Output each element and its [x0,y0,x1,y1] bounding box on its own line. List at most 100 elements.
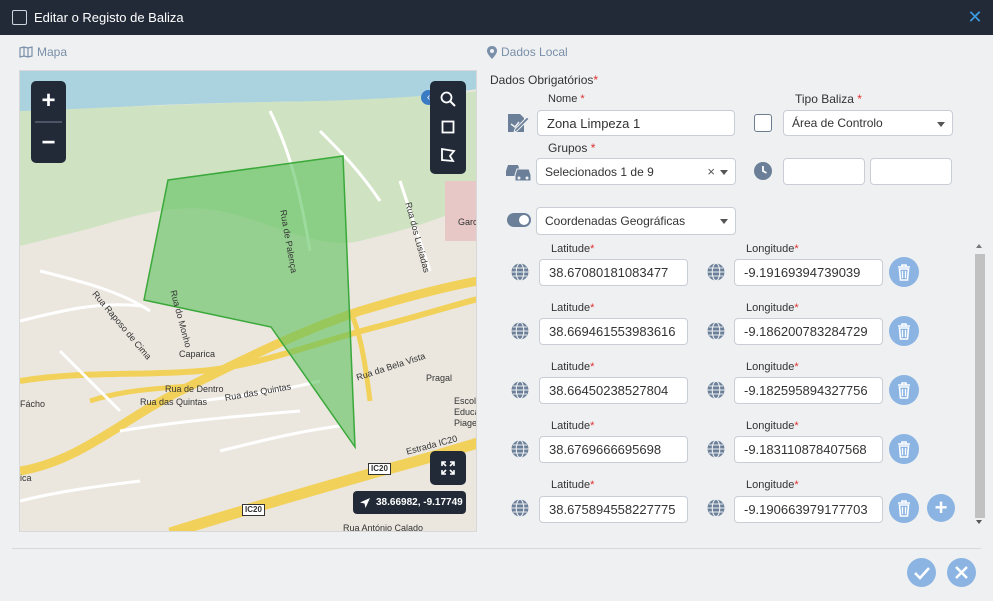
map-section-title: Mapa [37,45,68,59]
map-section-heading: Mapa [19,45,67,59]
coordinates-text: 38.66982, -9.17749 [376,497,463,508]
latitude-label: Latitude* [551,479,594,491]
longitude-input[interactable]: -9.182595894327756 [734,377,883,404]
map-label-escola: Escola [454,396,477,406]
window-checkbox[interactable] [12,10,27,25]
draw-square-icon[interactable] [430,113,466,141]
latitude-star: * [590,420,595,432]
latitude-label-text: Latitude [551,479,591,491]
road-sign-ic20-1: IC20 [368,463,391,475]
draw-polygon-icon[interactable] [430,141,466,169]
footer-divider [12,548,981,549]
close-icon [955,566,968,579]
title-bar: Editar o Registo de Baliza ✕ [0,0,993,35]
map-label-piaget: Piaget [454,418,477,428]
latitude-input[interactable]: 38.6769666695698 [539,436,688,463]
nome-input[interactable]: Zona Limpeza 1 [537,110,735,136]
globe-icon [510,380,530,400]
zoom-controls: + − [31,81,66,163]
map-canvas[interactable]: Rua de Palença Rua dos Lusíadas Rua Rapo… [19,70,477,532]
coordinate-type-select[interactable]: Coordenadas Geográficas [536,207,736,235]
scrollbar-thumb[interactable] [975,254,985,518]
latitude-label-text: Latitude [551,243,591,255]
map-icon [19,46,33,58]
delete-point-button[interactable] [889,493,919,523]
add-point-button[interactable]: + [927,494,955,522]
grupos-label: Grupos * [548,141,595,155]
map-toolbar [430,81,466,174]
longitude-star: * [794,243,799,255]
tipo-checkbox[interactable] [754,114,772,132]
latitude-label-text: Latitude [551,420,591,432]
map-base-layer [20,71,476,531]
latitude-input[interactable]: 38.669461553983616 [539,318,688,345]
scroll-up-arrow[interactable] [976,244,982,248]
longitude-input[interactable]: -9.190663979177703 [734,496,883,523]
globe-icon [510,439,530,459]
tipo-star: * [857,92,862,106]
globe-icon [510,498,530,518]
map-label-caparica: Caparica [179,349,216,359]
zoom-out-button[interactable]: − [31,123,66,163]
start-time-input[interactable] [783,158,865,185]
longitude-star: * [794,420,799,432]
close-icon[interactable]: ✕ [965,7,985,27]
clock-icon [753,161,773,181]
longitude-input[interactable]: -9.19169394739039 [734,259,883,286]
tipo-label: Tipo Baliza * [795,92,862,106]
clear-grupos-icon[interactable]: × [707,164,715,179]
trash-icon [898,322,910,340]
delete-point-button[interactable] [889,316,919,346]
latitude-input[interactable]: 38.66450238527804 [539,377,688,404]
search-icon[interactable] [430,85,466,113]
edit-document-icon [505,112,531,134]
nome-label: Nome * [548,93,585,105]
vehicles-icon [505,161,533,183]
local-section-heading: Dados Local [487,45,568,59]
latitude-input[interactable]: 38.67080181083477 [539,259,688,286]
cancel-button[interactable] [947,558,976,587]
nome-star: * [580,93,585,105]
trash-icon [898,440,910,458]
delete-point-button[interactable] [889,434,919,464]
latitude-input[interactable]: 38.675894558227775 [539,496,688,523]
longitude-label-text: Longitude [746,479,795,491]
required-star: * [593,73,599,87]
longitude-star: * [794,361,799,373]
zoom-in-button[interactable]: + [31,81,66,121]
scroll-down-arrow[interactable] [976,520,982,524]
grupos-select[interactable]: Selecionados 1 de 9 × [536,158,736,185]
fullscreen-button[interactable] [430,451,466,485]
delete-point-button[interactable] [889,375,919,405]
longitude-input[interactable]: -9.186200783284729 [734,318,883,345]
end-time-input[interactable] [870,158,952,185]
location-pin-icon [487,45,497,59]
latitude-label: Latitude* [551,302,594,314]
globe-icon [706,498,726,518]
tipo-select[interactable]: Área de Controlo [783,110,953,136]
latitude-label: Latitude* [551,243,594,255]
chevron-down-icon [937,122,945,127]
longitude-label: Longitude* [746,243,799,255]
confirm-button[interactable] [907,558,936,587]
longitude-star: * [794,479,799,491]
map-label-ica: ica [20,473,32,483]
longitude-label-text: Longitude [746,243,795,255]
longitude-label-text: Longitude [746,361,795,373]
longitude-label: Longitude* [746,302,799,314]
latitude-label-text: Latitude [551,361,591,373]
nome-label-text: Nome [548,93,578,105]
required-title: Dados Obrigatórios* [490,73,598,87]
delete-point-button[interactable] [889,257,919,287]
checkmark-icon [913,566,930,580]
globe-icon [510,262,530,282]
grupos-label-text: Grupos [548,141,588,155]
coordinate-type-toggle[interactable] [507,213,531,227]
longitude-label: Longitude* [746,361,799,373]
globe-icon [706,439,726,459]
trash-icon [898,381,910,399]
longitude-star: * [794,302,799,314]
globe-icon [706,262,726,282]
longitude-input[interactable]: -9.183110878407568 [734,436,883,463]
map-label-facho: Fácho [20,399,46,409]
